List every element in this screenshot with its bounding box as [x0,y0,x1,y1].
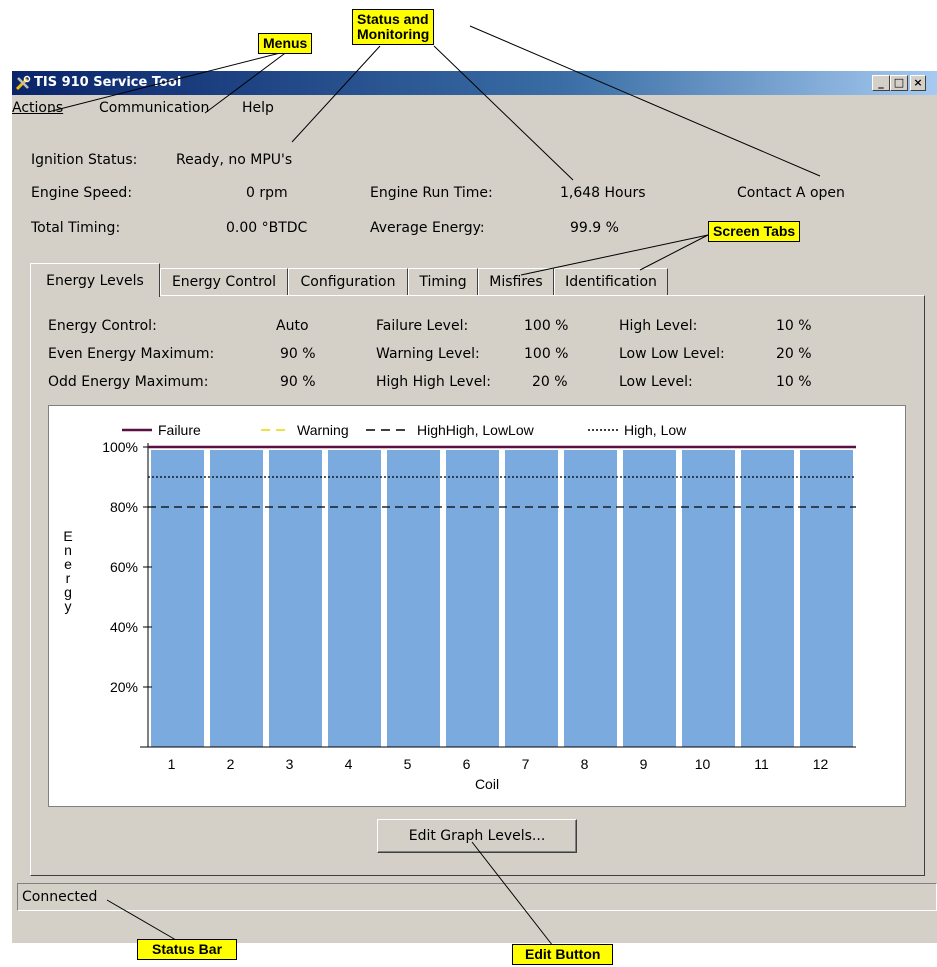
window-title: TIS 910 Service Tool [34,75,182,90]
tab-energy-control[interactable]: Energy Control [160,268,288,295]
high-level-label: High Level: [619,318,698,334]
tab-identification[interactable]: Identification [554,268,668,295]
status-text: Connected [22,889,98,905]
menu-help[interactable]: Help [242,100,274,116]
x-tick-label: 8 [581,756,589,772]
tab-misfires[interactable]: Misfires [478,268,554,295]
chart-bar [505,450,558,747]
chart-bar [328,450,381,747]
x-axis-label: Coil [475,776,499,792]
chart-bar [269,450,322,747]
chart-bar [682,450,735,747]
tab-timing[interactable]: Timing [408,268,478,295]
avg-energy-label: Average Energy: [370,220,485,236]
chart-bar [387,450,440,747]
y-axis-label: Energy [63,528,72,614]
chart-bar [210,450,263,747]
low-level-value: 10 % [776,374,812,390]
warning-level-label: Warning Level: [376,346,480,362]
maximize-button[interactable]: □ [890,75,908,91]
runtime-label: Engine Run Time: [370,185,493,201]
x-tick-label: 4 [345,756,353,772]
failure-level-label: Failure Level: [376,318,469,334]
x-tick-label: 12 [813,756,829,772]
legend-label: Failure [158,422,201,438]
energy-control-label: Energy Control: [48,318,157,334]
contact-status: Contact A open [737,185,845,201]
callout-status-line2: Monitoring [357,26,430,42]
menu-bar: Actions Communication Help [12,95,937,119]
x-tick-label: 9 [640,756,648,772]
tab-energy-levels[interactable]: Energy Levels [30,263,160,297]
menu-communication[interactable]: Communication [99,100,209,116]
y-tick-label: 40% [110,619,138,635]
tab-configuration[interactable]: Configuration [288,268,408,295]
y-tick-label: 100% [102,439,138,455]
runtime-value: 1,648 Hours [560,185,646,201]
y-tick-label: 60% [110,559,138,575]
avg-energy-value: 99.9 % [570,220,619,236]
highhigh-level-label: High High Level: [376,374,491,390]
chart-bar [564,450,617,747]
energy-control-value: Auto [276,318,309,334]
edit-graph-levels-button[interactable]: Edit Graph Levels... [377,819,577,853]
energy-chart: 1 2 3 4 5 6 7 8 9 10 11 1220%40%60%80%100%Failure Wa… [63,422,856,792]
lowlow-level-label: Low Low Level: [619,346,725,362]
even-max-value: 90 % [280,346,316,362]
low-level-label: Low Level: [619,374,693,390]
legend-label: High, Low [624,422,687,438]
ignition-label: Ignition Status: [31,152,138,168]
lowlow-level-value: 20 % [776,346,812,362]
x-tick-label: 1 [168,756,176,772]
x-tick-label: 6 [463,756,471,772]
close-button[interactable]: × [910,75,926,91]
callout-status-bar: Status Bar [137,939,238,960]
legend-label: Warning [297,422,349,438]
odd-max-value: 90 % [280,374,316,390]
menu-actions[interactable]: Actions [12,100,63,116]
chart-bar [446,450,499,747]
odd-max-label: Odd Energy Maximum: [48,374,209,390]
even-max-label: Even Energy Maximum: [48,346,215,362]
timing-value: 0.00 °BTDC [226,220,308,236]
title-bar[interactable]: TIS 910 Service Tool _ □ × [12,71,937,95]
chart-bar [800,450,853,747]
y-tick-label: 20% [110,679,138,695]
status-bar: Connected [17,883,937,911]
high-level-value: 10 % [776,318,812,334]
callout-menus: Menus [258,33,313,54]
failure-level-value: 100 % [524,318,569,334]
x-tick-label: 7 [522,756,530,772]
chart-bar [741,450,794,747]
speed-value: 0 rpm [246,185,288,201]
chart-bar [151,450,204,747]
x-tick-label: 10 [695,756,711,772]
x-tick-label: 11 [754,756,769,772]
x-tick-label: 2 [227,756,235,772]
legend-label: HighHigh, LowLow [417,422,535,438]
highhigh-level-value: 20 % [532,374,568,390]
callout-status-line1: Status and [357,11,429,27]
chart-bar [623,450,676,747]
callout-status-monitoring: Status and Monitoring [352,9,435,45]
tools-icon [15,75,31,91]
timing-label: Total Timing: [31,220,121,236]
speed-label: Engine Speed: [31,185,133,201]
callout-screen-tabs: Screen Tabs [708,221,801,242]
y-tick-label: 80% [110,499,138,515]
x-tick-label: 5 [404,756,412,772]
warning-level-value: 100 % [524,346,569,362]
minimize-button[interactable]: _ [872,75,890,91]
ignition-value: Ready, no MPU's [176,152,293,168]
callout-edit-button: Edit Button [512,944,614,965]
x-tick-label: 3 [286,756,294,772]
